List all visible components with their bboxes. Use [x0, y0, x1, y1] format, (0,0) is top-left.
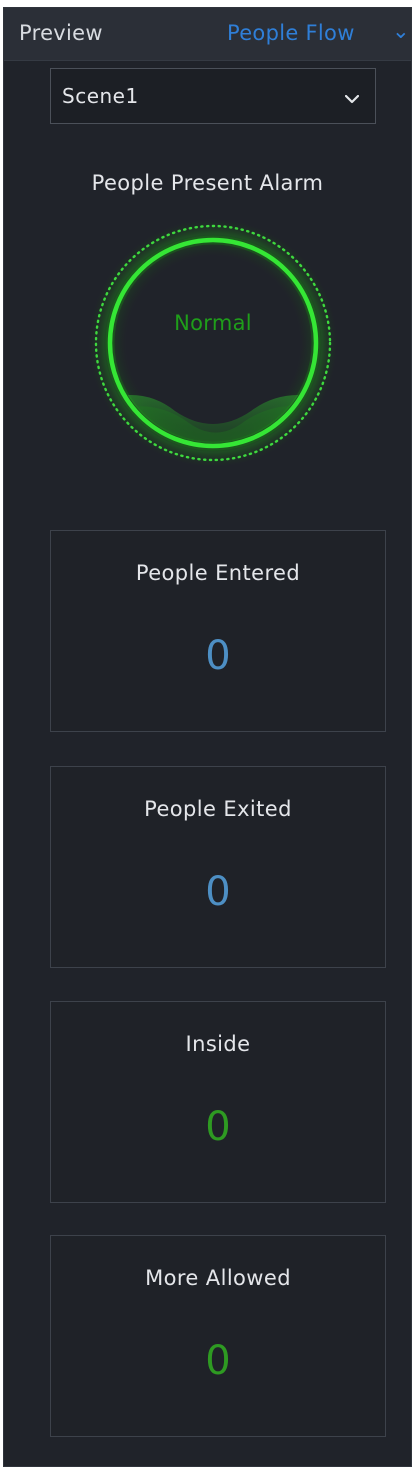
alarm-status-gauge: Normal [85, 215, 341, 471]
stat-value: 0 [205, 633, 231, 679]
stat-label: More Allowed [145, 1266, 291, 1290]
gauge-ring-icon [89, 219, 337, 467]
people-flow-menu-link[interactable]: People Flow [227, 21, 355, 45]
stat-label: People Exited [144, 797, 292, 821]
stat-value: 0 [205, 1104, 231, 1150]
stat-card-people-entered: People Entered 0 [50, 530, 386, 732]
stat-label: Inside [185, 1032, 251, 1056]
scene-select[interactable]: Scene1 [50, 68, 376, 124]
dropdown-caret-icon[interactable]: ⌄ [392, 19, 410, 43]
stat-value: 0 [205, 869, 231, 915]
stat-card-inside: Inside 0 [50, 1001, 386, 1203]
people-flow-panel: Preview People Flow ⌄ Scene1 People Pres… [3, 7, 412, 1467]
stat-label: People Entered [135, 561, 301, 585]
stat-card-people-exited: People Exited 0 [50, 766, 386, 968]
stat-card-more-allowed: More Allowed 0 [50, 1235, 386, 1437]
panel-header: Preview People Flow ⌄ [4, 8, 411, 61]
scene-select-value: Scene1 [62, 84, 139, 108]
preview-title: Preview [19, 21, 103, 45]
chevron-down-icon [344, 89, 360, 108]
stat-value: 0 [205, 1338, 231, 1384]
alarm-title: People Present Alarm [91, 171, 324, 195]
alarm-status-label: Normal [174, 311, 252, 335]
